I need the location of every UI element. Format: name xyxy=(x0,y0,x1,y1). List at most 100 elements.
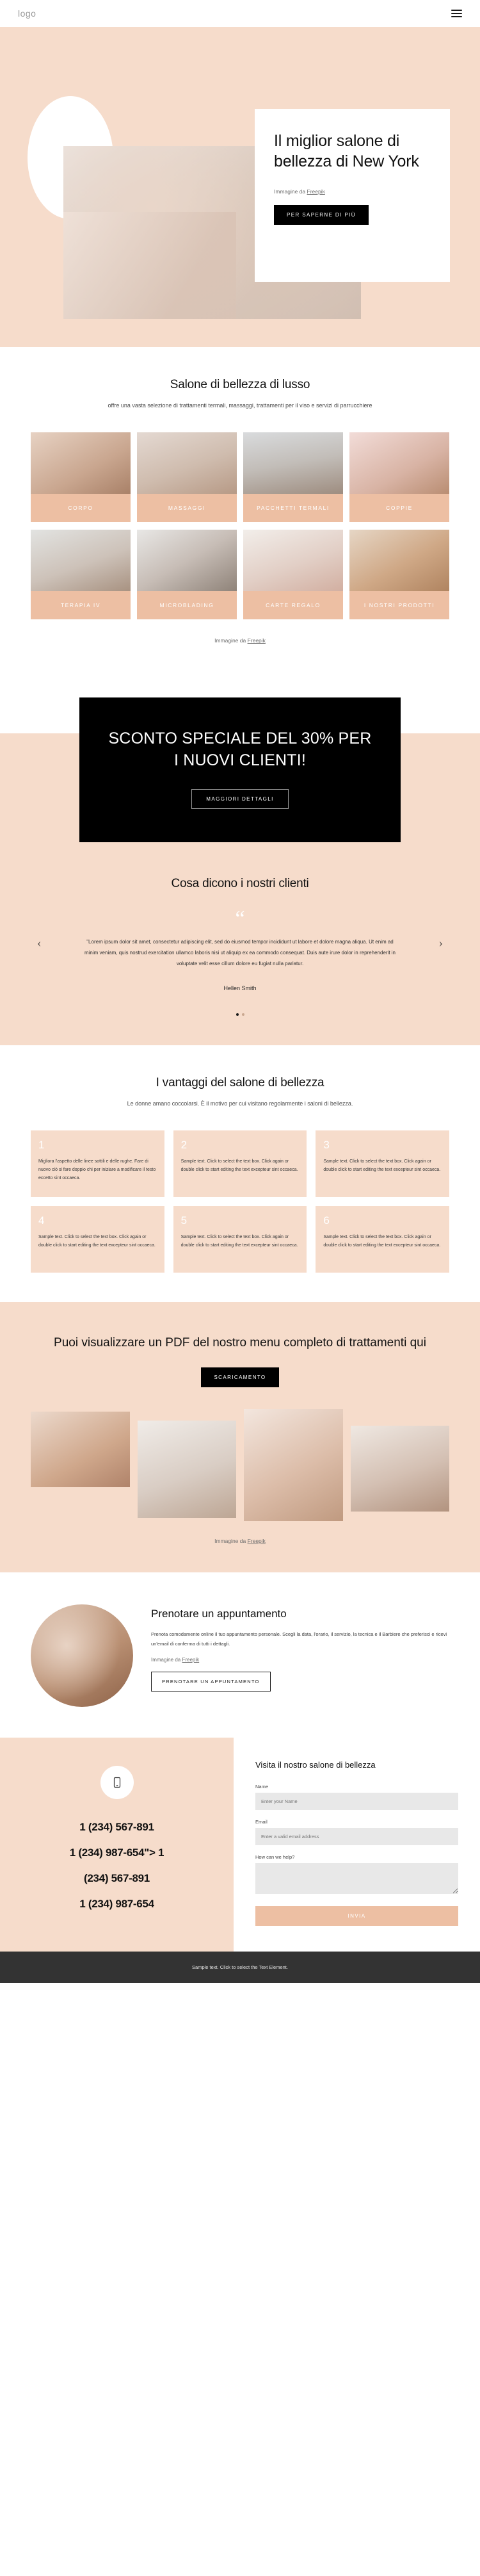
gallery-image xyxy=(137,1420,236,1518)
service-card-label: CARTE REGALO xyxy=(243,591,343,620)
phone-number[interactable]: 1 (234) 987-654 xyxy=(70,1898,164,1911)
service-card-label: MICROBLADING xyxy=(137,591,237,620)
testimonials-title: Cosa dicono i nostri clienti xyxy=(171,877,309,891)
benefit-card: 6 Sample text. Click to select the text … xyxy=(316,1205,449,1273)
services-image-credit: Immagine da Freepik xyxy=(0,637,480,644)
page-title: Il miglior salone di bellezza di New Yor… xyxy=(274,132,419,170)
service-card[interactable]: CORPO xyxy=(31,432,131,523)
credit-prefix: Immagine da xyxy=(274,188,307,195)
service-card-image xyxy=(137,530,237,592)
name-field-group: Name xyxy=(255,1784,458,1811)
discount-section: SCONTO SPECIALE DEL 30% PER I NUOVI CLIE… xyxy=(0,671,480,843)
email-input[interactable] xyxy=(255,1828,458,1846)
service-card-label: CORPO xyxy=(31,494,131,523)
service-card[interactable]: MASSAGGI xyxy=(137,432,237,523)
message-label: How can we help? xyxy=(255,1854,295,1861)
service-card-image xyxy=(349,432,449,494)
hero-cta-button[interactable]: PER SAPERNE DI PIÙ xyxy=(274,205,369,225)
credit-prefix: Immagine da xyxy=(214,637,248,644)
discount-banner: SCONTO SPECIALE DEL 30% PER I NUOVI CLIE… xyxy=(79,697,401,843)
discount-cta-button[interactable]: MAGGIORI DETTAGLI xyxy=(191,789,289,810)
benefit-number: 1 xyxy=(38,1138,45,1151)
message-textarea[interactable] xyxy=(255,1863,458,1895)
services-title: Salone di bellezza di lusso xyxy=(170,378,310,391)
service-card[interactable]: I NOSTRI PRODOTTI xyxy=(349,530,449,620)
burger-bar xyxy=(451,10,462,11)
email-field-group: Email xyxy=(255,1819,458,1846)
carousel-next-arrow-icon[interactable]: › xyxy=(439,936,443,950)
service-card-label: MASSAGGI xyxy=(137,494,237,523)
book-appointment-button[interactable]: PRENOTARE UN APPUNTAMENTO xyxy=(151,1671,271,1692)
appointment-image xyxy=(31,1604,133,1707)
benefit-text: Sample text. Click to select the text bo… xyxy=(323,1234,441,1248)
benefit-text: Sample text. Click to select the text bo… xyxy=(180,1234,298,1248)
discount-title: SCONTO SPECIALE DEL 30% PER I NUOVI CLIE… xyxy=(108,730,372,769)
service-card-image xyxy=(137,432,237,494)
credit-link[interactable]: Freepik xyxy=(248,1538,266,1544)
contact-form-title: Visita il nostro salone di bellezza xyxy=(255,1759,376,1770)
hamburger-menu-icon[interactable] xyxy=(451,10,462,17)
service-card[interactable]: CARTE REGALO xyxy=(243,530,343,620)
appointment-inner: Prenotare un appuntamento Prenota comoda… xyxy=(15,1604,465,1707)
submit-button[interactable]: INVIA xyxy=(255,1906,458,1927)
services-card-grid-row2: TERAPIA IV MICROBLADING CARTE REGALO I N… xyxy=(15,530,465,620)
gallery-grid xyxy=(15,1408,465,1521)
service-card-image xyxy=(349,530,449,592)
service-card[interactable]: TERAPIA IV xyxy=(31,530,131,620)
services-section: Salone di bellezza di lusso offre una va… xyxy=(0,347,480,671)
pdf-section: Puoi visualizzare un PDF del nostro menu… xyxy=(0,1301,480,1572)
service-card[interactable]: COPPIE xyxy=(349,432,449,523)
service-card-label: I NOSTRI PRODOTTI xyxy=(349,591,449,620)
benefit-text: Sample text. Click to select the text bo… xyxy=(38,1234,156,1248)
phone-number[interactable]: 1 (234) 567-891 xyxy=(70,1821,164,1834)
carousel-dot[interactable] xyxy=(241,1013,244,1016)
contact-section: 1 (234) 567-891 1 (234) 987-654"> 1 (234… xyxy=(0,1737,480,1952)
service-card[interactable]: PACCHETTI TERMALI xyxy=(243,432,343,523)
pdf-image-credit: Immagine da Freepik xyxy=(0,1521,480,1572)
benefit-number: 4 xyxy=(38,1214,45,1227)
testimonial-author: Hellen Smith xyxy=(223,984,257,991)
benefits-section: I vantaggi del salone di bellezza Le don… xyxy=(0,1045,480,1302)
service-card[interactable]: MICROBLADING xyxy=(137,530,237,620)
credit-prefix: Immagine da xyxy=(151,1656,182,1663)
service-card-label: TERAPIA IV xyxy=(31,591,131,620)
benefit-card: 2 Sample text. Click to select the text … xyxy=(173,1130,307,1197)
benefits-subtitle: Le donne amano coccolarsi. È il motivo p… xyxy=(127,1100,353,1107)
credit-link[interactable]: Freepik xyxy=(182,1657,199,1663)
message-field-group: How can we help? xyxy=(255,1854,458,1897)
pdf-download-button[interactable]: SCARICAMENTO xyxy=(201,1367,279,1387)
credit-link[interactable]: Freepik xyxy=(248,637,266,644)
gallery-image xyxy=(31,1411,130,1487)
carousel-prev-arrow-icon[interactable]: ‹ xyxy=(37,936,41,950)
appointment-section: Prenotare un appuntamento Prenota comoda… xyxy=(0,1572,480,1738)
footer-text: Sample text. Click to select the Text El… xyxy=(192,1964,288,1971)
burger-bar xyxy=(451,16,462,17)
logo[interactable]: logo xyxy=(18,8,36,19)
carousel-dot[interactable] xyxy=(236,1013,239,1016)
appointment-body: Prenota comodamente online il tuo appunt… xyxy=(151,1631,447,1647)
phone-number[interactable]: 1 (234) 987-654"> 1 xyxy=(70,1846,164,1859)
benefit-card: 1 Migliora l'aspetto delle linee sottili… xyxy=(31,1130,164,1197)
phone-number[interactable]: (234) 567-891 xyxy=(70,1872,164,1885)
benefit-number: 3 xyxy=(323,1138,330,1151)
benefit-card: 4 Sample text. Click to select the text … xyxy=(31,1205,164,1273)
name-input[interactable] xyxy=(255,1793,458,1811)
benefit-number: 6 xyxy=(323,1214,330,1227)
credit-link[interactable]: Freepik xyxy=(307,188,325,195)
hero-section: Il miglior salone di bellezza di New Yor… xyxy=(0,27,480,347)
benefit-card: 3 Sample text. Click to select the text … xyxy=(316,1130,449,1197)
contact-form-panel: Visita il nostro salone di bellezza Name… xyxy=(234,1737,480,1952)
services-card-grid-row1: CORPO MASSAGGI PACCHETTI TERMALI COPPIE xyxy=(15,432,465,523)
page-root: logo Il miglior salone di bellezza di Ne… xyxy=(0,0,480,1984)
appointment-text-block: Prenotare un appuntamento Prenota comoda… xyxy=(151,1604,449,1692)
service-card-image xyxy=(243,432,343,494)
hero-card: Il miglior salone di bellezza di New Yor… xyxy=(255,109,450,282)
quote-icon: “ xyxy=(235,907,245,931)
service-card-image xyxy=(31,530,131,592)
site-footer: Sample text. Click to select the Text El… xyxy=(0,1952,480,1984)
service-card-image xyxy=(243,530,343,592)
benefit-text: Migliora l'aspetto delle linee sottili e… xyxy=(38,1159,156,1180)
name-label: Name xyxy=(255,1784,269,1790)
pdf-title: Puoi visualizzare un PDF del nostro menu… xyxy=(54,1335,426,1349)
gallery-image xyxy=(350,1425,449,1512)
